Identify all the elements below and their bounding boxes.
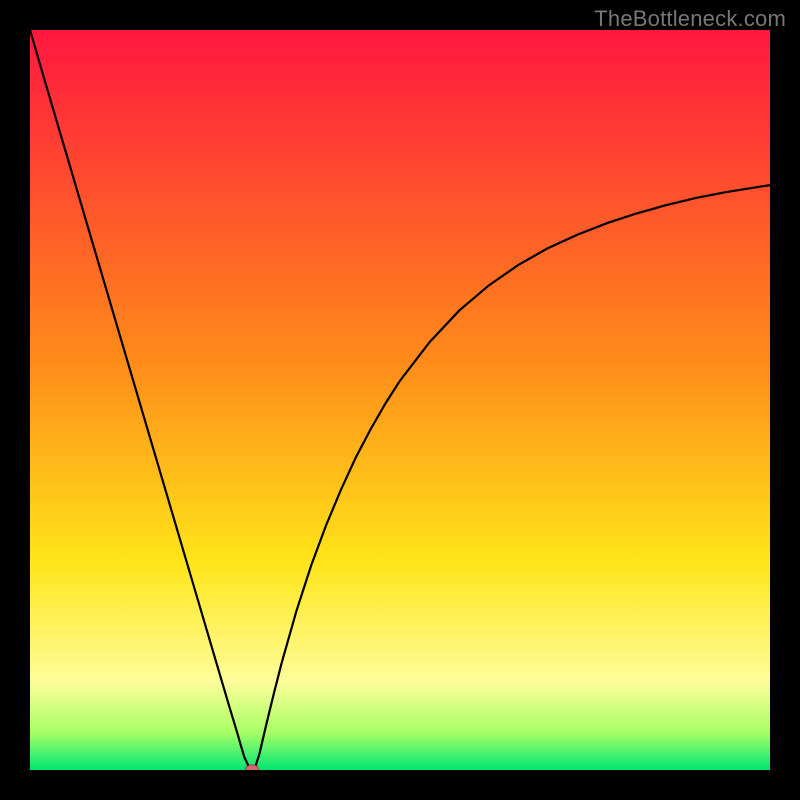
minimum-marker xyxy=(246,765,259,770)
chart-stage: TheBottleneck.com xyxy=(0,0,800,800)
watermark-text: TheBottleneck.com xyxy=(594,6,786,32)
chart-svg xyxy=(30,30,770,770)
plot-area xyxy=(30,30,770,770)
gradient-background xyxy=(30,30,770,770)
